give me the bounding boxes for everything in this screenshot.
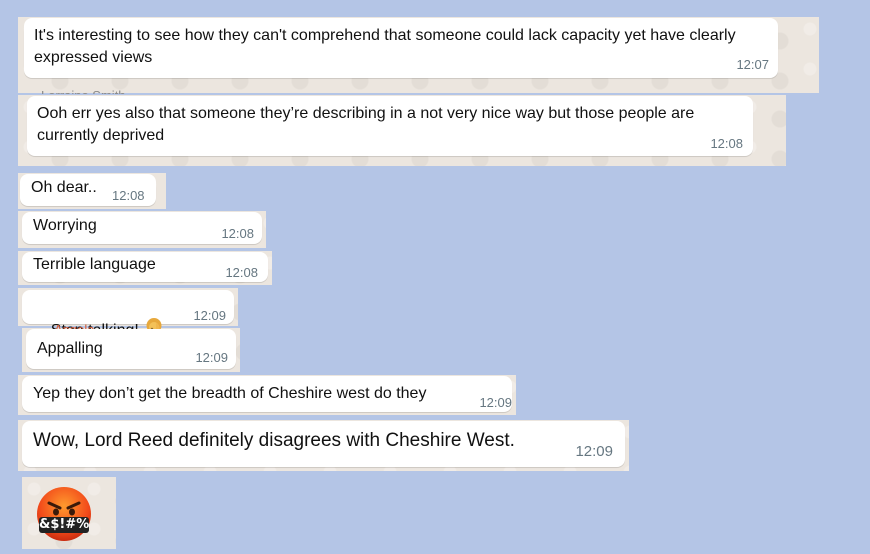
message-bubble[interactable]: Wow, Lord Reed definitely disagrees with…	[22, 421, 625, 467]
message-time: 12:09	[195, 350, 228, 365]
message-text: Oh dear..	[31, 179, 97, 196]
sticker-message[interactable]: &$!#%	[36, 486, 92, 542]
message-bubble[interactable]: Stop talking! 12:09	[22, 290, 234, 339]
message-text: Appalling	[37, 340, 103, 357]
message-time: 12:09	[479, 395, 512, 410]
message-bubble[interactable]: Oh dear.. 12:08	[20, 174, 156, 206]
message-text: Terrible language	[33, 256, 156, 273]
message-time: 12:07	[736, 57, 769, 72]
message-bubble[interactable]: It's interesting to see how they can't c…	[24, 18, 778, 78]
message-time: 12:08	[225, 265, 258, 280]
message-time: 12:08	[710, 136, 743, 151]
message-bubble[interactable]: Lorraine Smith Ooh err yes also that som…	[27, 89, 753, 156]
sender-name: Lorraine Smith	[41, 89, 161, 94]
sticker-symbols: &$!#%	[39, 517, 90, 532]
message-bubble[interactable]: Terrible language 12:08	[22, 252, 268, 282]
message-time: 12:09	[575, 443, 613, 460]
angry-face-with-symbols-icon	[37, 487, 91, 541]
message-time: 12:08	[221, 226, 254, 241]
sender-name: Angela	[54, 323, 174, 329]
message-text: It's interesting to see how they can't c…	[34, 27, 741, 66]
message-text: Wow, Lord Reed definitely disagrees with…	[33, 430, 515, 451]
message-time: 12:08	[112, 188, 145, 203]
message-bubble[interactable]: Worrying 12:08	[22, 212, 262, 244]
message-bubble[interactable]: Yep they don’t get the breadth of Cheshi…	[22, 376, 512, 412]
message-text: Ooh err yes also that someone they’re de…	[37, 105, 699, 144]
message-text: Worrying	[33, 217, 97, 234]
message-text: Yep they don’t get the breadth of Cheshi…	[33, 385, 427, 402]
message-bubble[interactable]: Angela Appalling 12:09	[26, 323, 236, 369]
message-time: 12:09	[193, 308, 226, 323]
